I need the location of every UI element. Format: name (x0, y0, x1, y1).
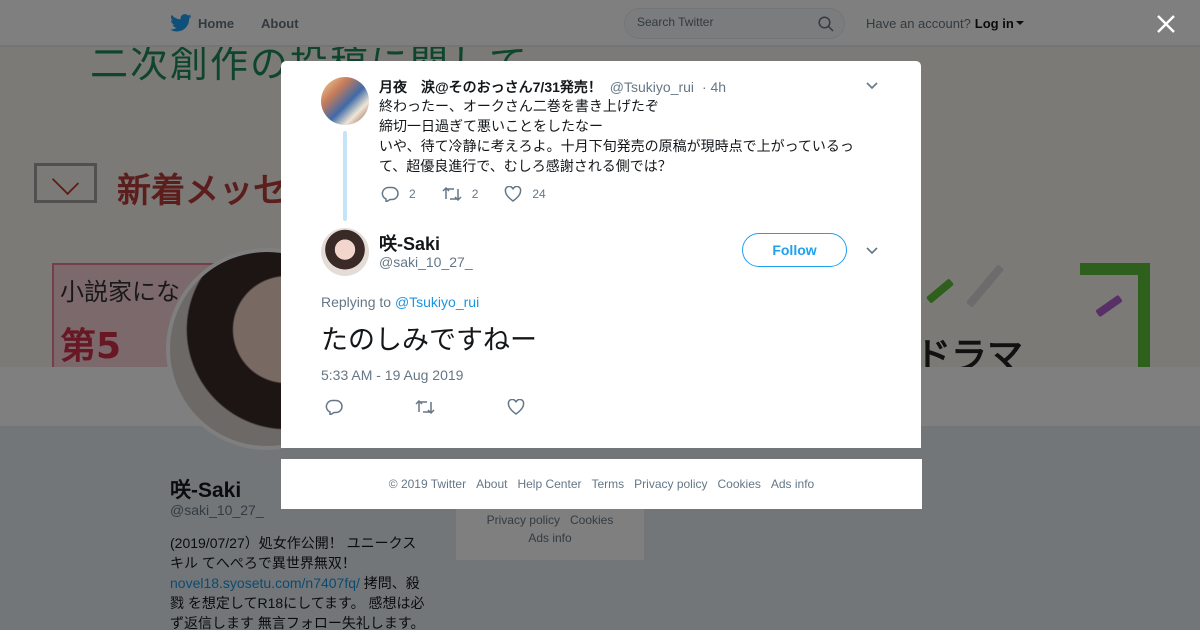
heart-icon (507, 399, 525, 415)
tweet-author-avatar[interactable] (321, 228, 369, 276)
tweet-text: たのしみですねー (321, 325, 537, 356)
reply-action[interactable] (325, 399, 353, 415)
tweet-actions (325, 399, 597, 415)
footer-terms-link[interactable]: Terms (591, 477, 624, 491)
replying-to-link[interactable]: @Tsukiyo_rui (395, 294, 479, 310)
quoted-tweet-avatar[interactable] (321, 77, 369, 125)
quoted-tweet-line: いや、待て冷静に考えろよ。十月下旬発売の原稿が現時点で上がっているっ (379, 138, 854, 154)
quoted-tweet-actions: 2 2 24 (381, 186, 572, 202)
retweet-icon (415, 399, 435, 415)
replying-to-prefix: Replying to (321, 294, 392, 310)
thread-connector (343, 131, 347, 221)
reply-icon (325, 399, 343, 415)
footer-ads-link[interactable]: Ads info (771, 477, 814, 491)
footer-copyright: © 2019 Twitter (388, 477, 467, 491)
retweet-count: 2 (471, 187, 479, 201)
quoted-tweet-handle[interactable]: @Tsukiyo_rui (610, 79, 694, 95)
quoted-tweet-line: て、超優良進行で、むしろ感謝される側では？ (379, 158, 672, 174)
quoted-tweet-header: 月夜 涙@そのおっさん7/31発売！ @Tsukiyo_rui · 4h (379, 77, 726, 97)
reply-action[interactable]: 2 (381, 186, 416, 202)
heart-icon (505, 186, 522, 202)
retweet-action[interactable]: 2 (442, 186, 479, 202)
quoted-tweet-time[interactable]: · 4h (702, 79, 726, 95)
like-action[interactable]: 24 (504, 186, 546, 202)
footer-help-link[interactable]: Help Center (517, 477, 581, 491)
footer-about-link[interactable]: About (476, 477, 507, 491)
reply-count: 2 (409, 187, 416, 201)
tweet-author-handle[interactable]: @saki_10_27_ (379, 254, 473, 270)
footer-cookies-link[interactable]: Cookies (718, 477, 761, 491)
retweet-icon (442, 186, 462, 202)
reply-icon (381, 186, 399, 202)
quoted-tweet-name[interactable]: 月夜 涙@そのおっさん7/31発売！ (379, 79, 602, 95)
tweet-author-name[interactable]: 咲-Saki (379, 230, 440, 256)
replying-to: Replying to @Tsukiyo_rui (321, 294, 479, 310)
quoted-tweet-text: 終わったー、オークさん二巻を書き上げたぞ 締切一日過ぎて悪いことをしたなー いや… (379, 96, 869, 176)
chevron-down-icon[interactable] (866, 82, 878, 90)
tweet-timestamp[interactable]: 5:33 AM - 19 Aug 2019 (321, 367, 463, 383)
like-action[interactable] (507, 399, 535, 415)
like-count: 24 (532, 187, 546, 201)
modal-footer: © 2019 Twitter About Help Center Terms P… (281, 459, 922, 509)
follow-button[interactable]: Follow (742, 233, 847, 267)
close-icon[interactable] (1154, 12, 1178, 36)
quoted-tweet-line: 締切一日過ぎて悪いことをしたなー (379, 118, 603, 134)
footer-privacy-link[interactable]: Privacy policy (634, 477, 707, 491)
tweet-modal: 月夜 涙@そのおっさん7/31発売！ @Tsukiyo_rui · 4h 終わっ… (281, 61, 921, 448)
retweet-action[interactable] (415, 399, 445, 415)
quoted-tweet-line: 終わったー、オークさん二巻を書き上げたぞ (379, 98, 659, 114)
chevron-down-icon[interactable] (866, 247, 878, 255)
